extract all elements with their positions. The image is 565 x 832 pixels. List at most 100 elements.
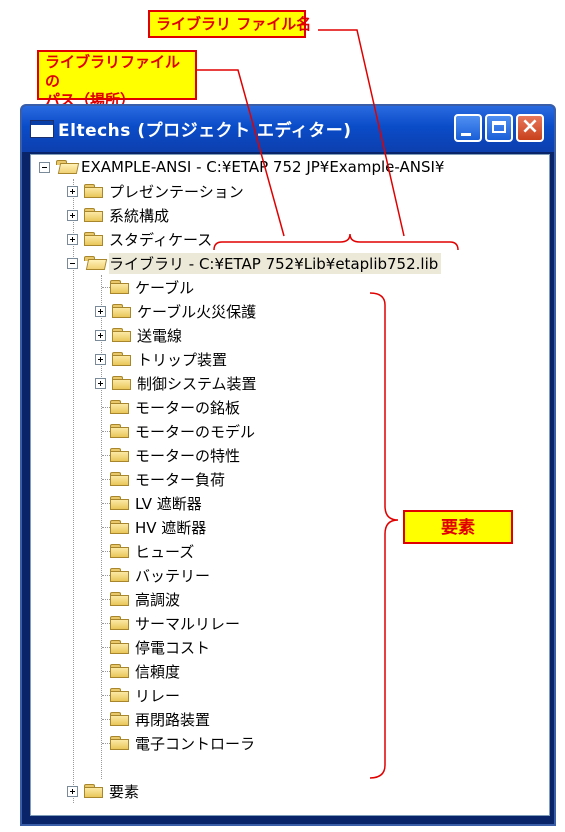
library-child-item[interactable]: 電子コントローラ	[102, 731, 255, 755]
library-child-label: バッテリー	[135, 566, 211, 585]
title-bar[interactable]: Eltechs (プロジェクト エディター) ×	[22, 106, 554, 152]
folder-icon	[84, 208, 104, 222]
tree-line	[102, 551, 110, 552]
tree-line	[102, 431, 110, 432]
folder-icon	[110, 520, 130, 534]
library-child-label: 再閉路装置	[135, 710, 211, 729]
library-child-item[interactable]: モーターの特性	[102, 443, 241, 467]
tree-item-label: プレゼンテーション	[109, 182, 244, 201]
tree-item-label: 系統構成	[109, 206, 170, 225]
tree-item-study-case[interactable]: スタディケース	[67, 227, 212, 251]
tree-line	[102, 671, 110, 672]
expand-toggle[interactable]	[95, 353, 106, 365]
expand-toggle[interactable]	[95, 377, 106, 389]
expand-toggle[interactable]	[67, 233, 78, 245]
library-child-item[interactable]: ヒューズ	[102, 539, 195, 563]
folder-open-icon	[56, 160, 76, 174]
library-child-label: モーターのモデル	[135, 422, 256, 441]
library-child-label: モーターの特性	[135, 446, 241, 465]
expand-toggle[interactable]	[67, 785, 78, 797]
library-child-label: モーター負荷	[135, 470, 226, 489]
tree-line	[102, 503, 110, 504]
library-child-item[interactable]: 停電コスト	[102, 635, 211, 659]
callout-elements-text: 要素	[441, 518, 475, 538]
window-title: Eltechs (プロジェクト エディター)	[58, 121, 352, 141]
tree-item-library-label: ライブラリ - C:¥ETAP 752¥Lib¥etaplib752.lib	[109, 252, 442, 274]
folder-icon	[110, 664, 130, 678]
library-child-item[interactable]: 送電線	[95, 323, 182, 347]
library-child-label: ヒューズ	[135, 542, 195, 561]
library-child-item[interactable]: サーマルリレー	[102, 611, 241, 635]
library-child-label: ケーブル	[135, 278, 195, 297]
library-child-item[interactable]: ケーブル火災保護	[95, 299, 256, 323]
library-child-item[interactable]: バッテリー	[102, 563, 211, 587]
library-child-item[interactable]: 高調波	[102, 587, 181, 611]
library-child-label: 送電線	[137, 326, 183, 345]
folder-icon	[110, 400, 130, 414]
library-child-item[interactable]: モーター負荷	[102, 467, 226, 491]
folder-icon	[112, 304, 132, 318]
tree-item-system-configuration[interactable]: 系統構成	[67, 203, 169, 227]
folder-icon	[110, 280, 130, 294]
library-child-label: 高調波	[135, 590, 181, 609]
collapse-toggle[interactable]	[39, 161, 50, 173]
tree-line	[102, 647, 110, 648]
expand-toggle[interactable]	[95, 305, 106, 317]
callout-library-path-line1: ライブラリファイルの	[45, 53, 181, 90]
folder-icon	[112, 328, 132, 342]
tree-item-elements[interactable]: 要素	[67, 779, 139, 803]
folder-icon	[112, 352, 132, 366]
folder-icon	[110, 712, 130, 726]
library-child-label: トリップ装置	[137, 350, 228, 369]
tree-root-label: EXAMPLE-ANSI - C:¥ETAP 752 JP¥Example-AN…	[81, 158, 445, 176]
folder-icon	[110, 640, 130, 654]
maximize-icon	[492, 121, 506, 133]
folder-icon	[110, 616, 130, 630]
library-child-item[interactable]: 再閉路装置	[102, 707, 211, 731]
tree-item-library[interactable]: ライブラリ - C:¥ETAP 752¥Lib¥etaplib752.lib	[67, 251, 442, 275]
library-child-item[interactable]: リレー	[102, 683, 181, 707]
library-child-label: 停電コスト	[135, 638, 211, 657]
tree-line	[102, 623, 110, 624]
library-child-item[interactable]: モーターの銘板	[102, 395, 240, 419]
callout-library-file-name: ライブラリ ファイル名	[148, 10, 311, 38]
tree-line	[102, 695, 110, 696]
folder-icon	[112, 376, 132, 390]
tree-line	[102, 407, 110, 408]
library-child-label: ケーブル火災保護	[137, 302, 257, 321]
folder-icon	[84, 784, 104, 798]
library-child-label: 制御システム装置	[137, 374, 257, 393]
library-child-item[interactable]: LV 遮断器	[102, 491, 202, 515]
folder-icon	[84, 232, 104, 246]
folder-icon	[110, 496, 130, 510]
close-button[interactable]: ×	[516, 114, 544, 142]
minimize-button[interactable]	[454, 114, 482, 142]
library-child-item[interactable]: 信頼度	[102, 659, 181, 683]
maximize-button[interactable]	[485, 114, 513, 142]
tree-item-label: 要素	[109, 782, 140, 801]
tree-line	[102, 479, 110, 480]
folder-icon	[110, 736, 130, 750]
library-child-label: サーマルリレー	[135, 614, 241, 633]
tree-root[interactable]: EXAMPLE-ANSI - C:¥ETAP 752 JP¥Example-AN…	[39, 155, 444, 179]
callout-elements: 要素	[403, 510, 513, 544]
callout-library-path: ライブラリファイルの パス（場所）	[37, 50, 197, 109]
library-child-label: リレー	[135, 686, 181, 705]
expand-toggle[interactable]	[95, 329, 106, 341]
expand-toggle[interactable]	[67, 185, 78, 197]
library-child-label: 信頼度	[135, 662, 181, 681]
collapse-toggle[interactable]	[67, 257, 78, 269]
tree-item-presentation[interactable]: プレゼンテーション	[67, 179, 244, 203]
library-child-item[interactable]: トリップ装置	[95, 347, 227, 371]
folder-icon	[110, 544, 130, 558]
library-child-item[interactable]: モーターのモデル	[102, 419, 256, 443]
callout-library-file-name-text: ライブラリ ファイル名	[156, 15, 312, 33]
library-child-item[interactable]: 制御システム装置	[95, 371, 257, 395]
project-tree[interactable]: EXAMPLE-ANSI - C:¥ETAP 752 JP¥Example-AN…	[30, 154, 550, 816]
tree-line	[102, 287, 110, 288]
library-child-item[interactable]: HV 遮断器	[102, 515, 206, 539]
library-child-label: LV 遮断器	[135, 494, 202, 513]
folder-icon	[110, 568, 130, 582]
expand-toggle[interactable]	[67, 209, 78, 221]
library-child-item[interactable]: ケーブル	[102, 275, 195, 299]
